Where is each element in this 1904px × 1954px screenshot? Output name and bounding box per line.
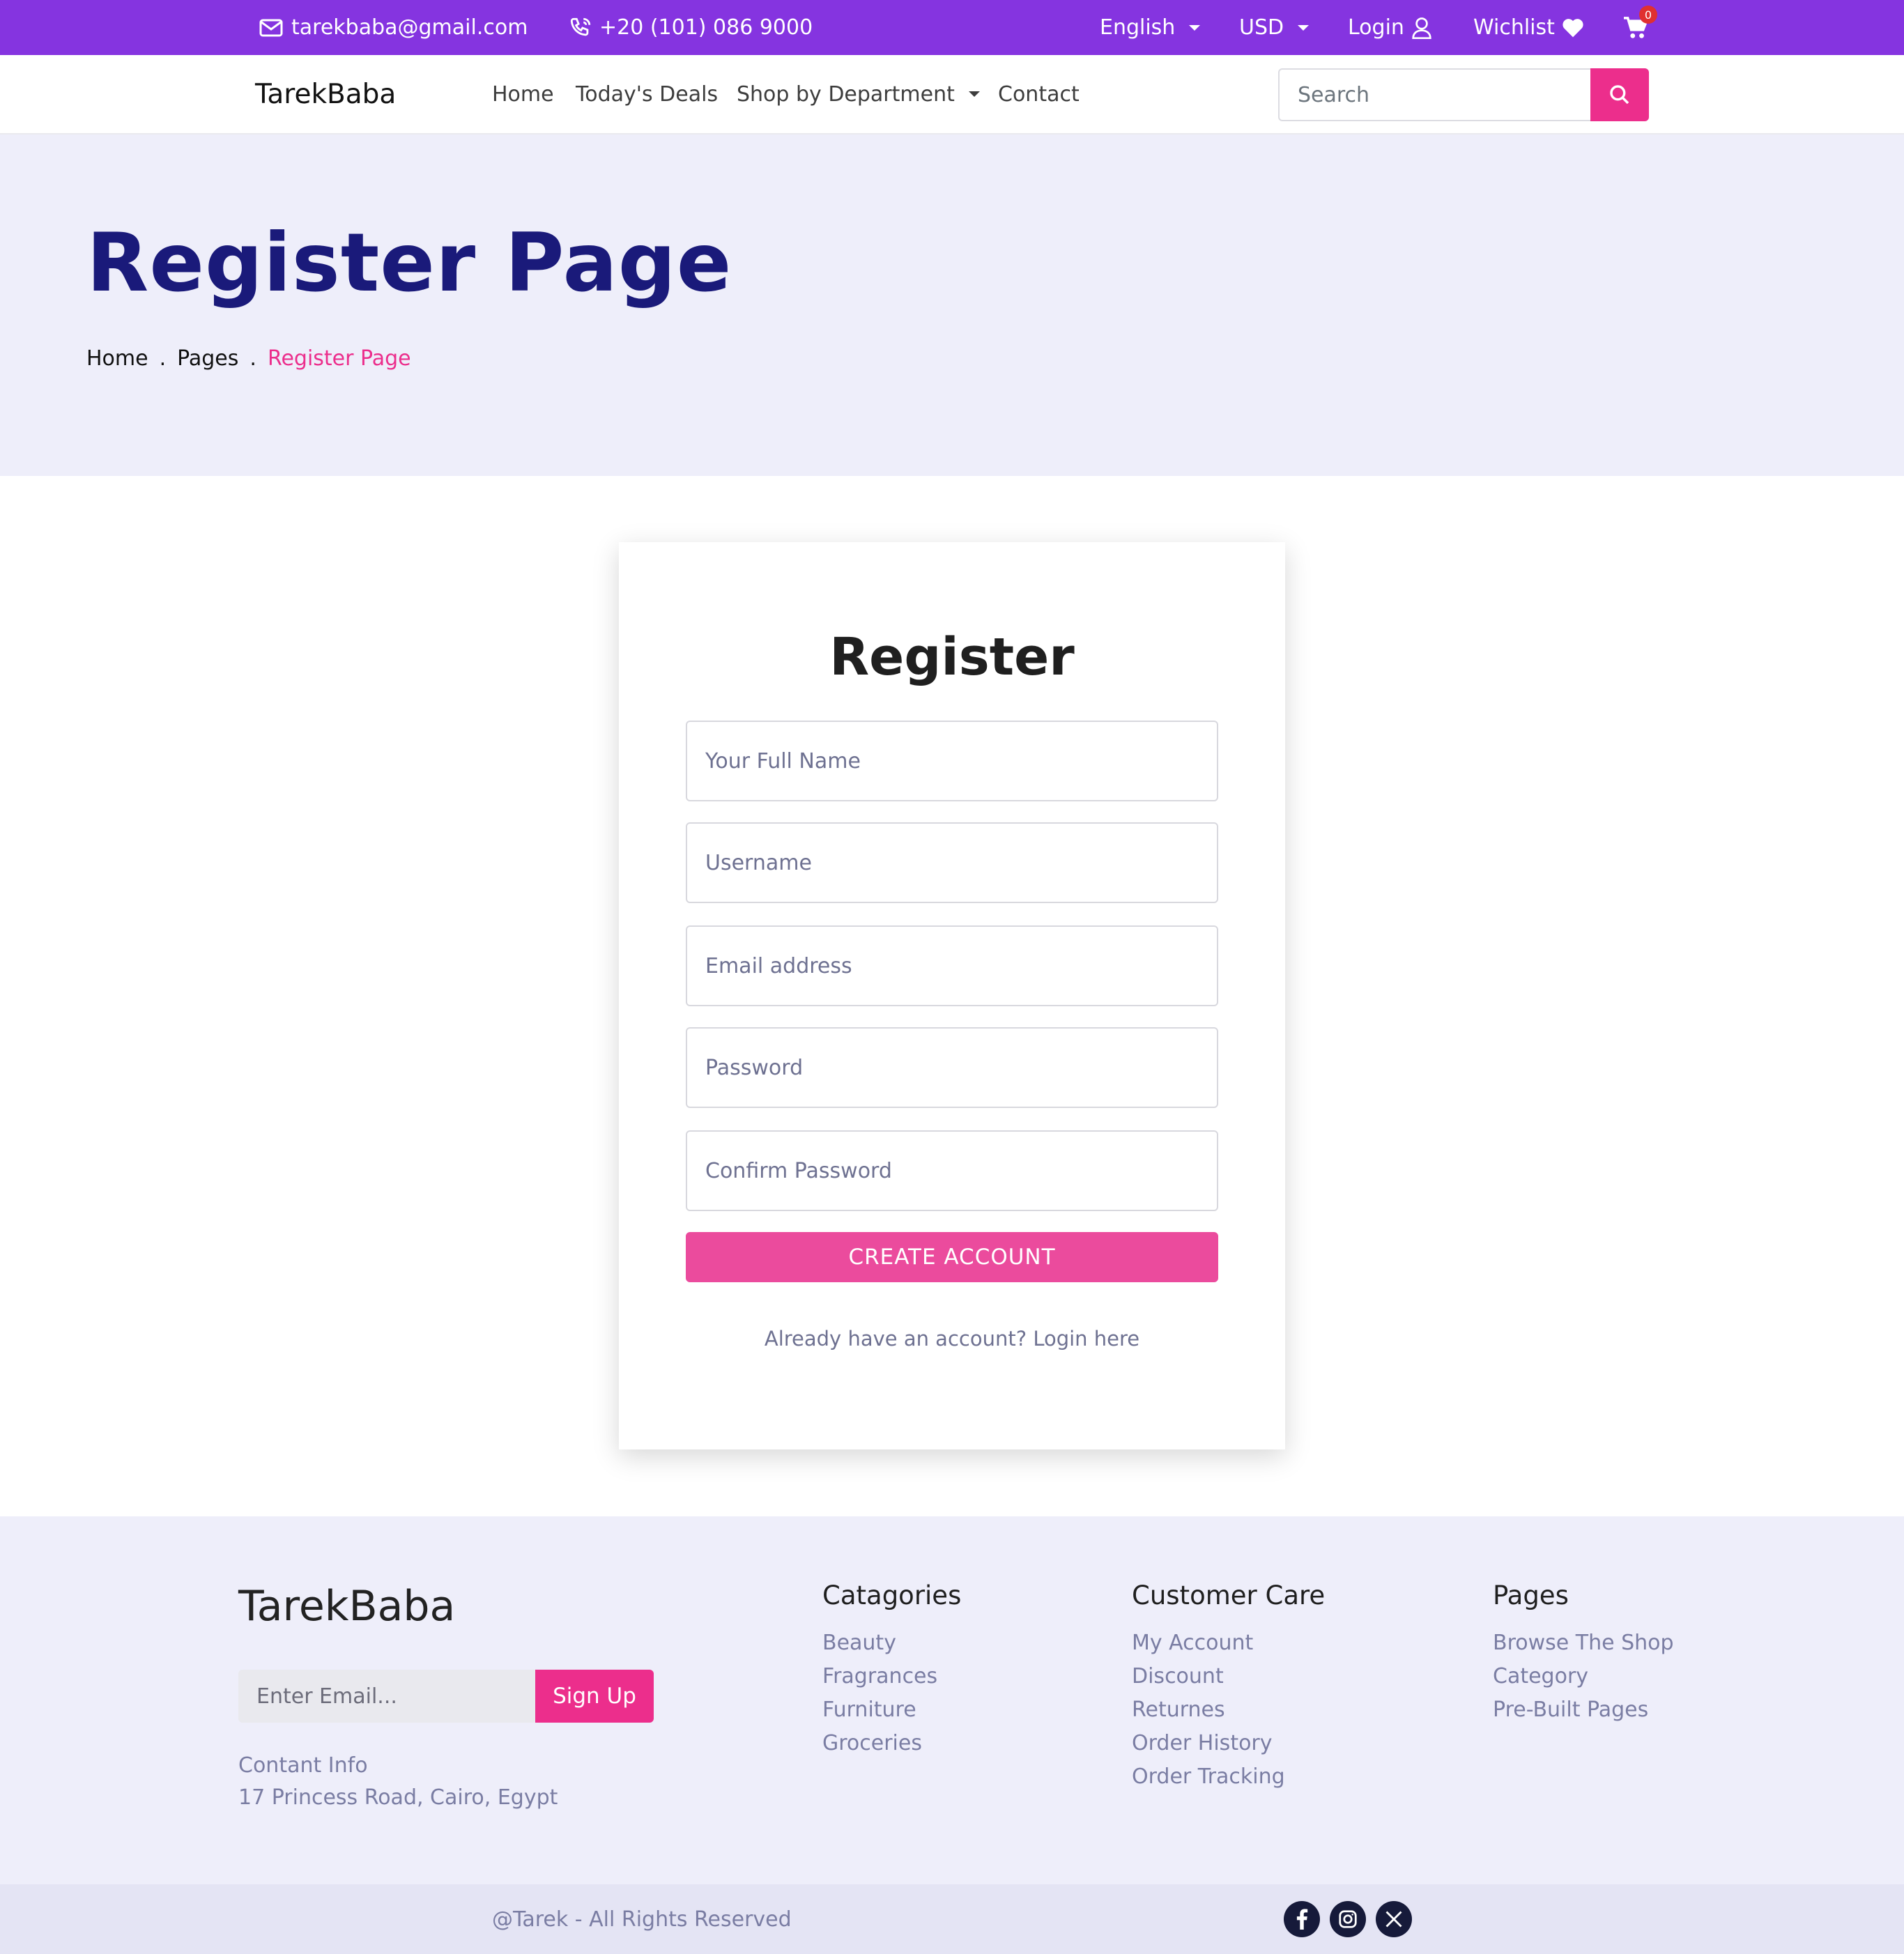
categories-heading: Catagories: [822, 1580, 962, 1610]
copyright-bar: [0, 1884, 1904, 1954]
copyright-text: @Tarek - All Rights Reserved: [492, 1907, 792, 1932]
full-name-field[interactable]: [686, 721, 1218, 801]
breadcrumb-separator: .: [159, 346, 167, 371]
confirm-password-field[interactable]: [686, 1130, 1218, 1211]
create-account-button[interactable]: CREATE ACCOUNT: [686, 1232, 1218, 1282]
nav-shop-by-department[interactable]: Shop by Department: [737, 55, 980, 133]
wishlist-link[interactable]: Wichlist: [1473, 0, 1584, 55]
register-title: Register: [829, 627, 1075, 687]
currency-label: USD: [1239, 15, 1284, 40]
contact-phone[interactable]: +20 (101) 086 9000: [569, 0, 813, 55]
footer-link[interactable]: Order Tracking: [1132, 1760, 1285, 1794]
nav-contact[interactable]: Contact: [998, 55, 1080, 133]
instagram-link[interactable]: [1330, 1901, 1366, 1937]
wishlist-label: Wichlist: [1473, 15, 1555, 40]
chevron-down-icon: [1298, 24, 1310, 31]
breadcrumb: Home . Pages . Register Page: [86, 346, 411, 371]
customer-care-list: My Account Discount Returnes Order Histo…: [1132, 1626, 1285, 1794]
login-here-link[interactable]: Already have an account? Login here: [619, 1327, 1285, 1351]
footer-link[interactable]: Discount: [1132, 1660, 1285, 1693]
contact-address: 17 Princess Road, Cairo, Egypt: [238, 1785, 558, 1810]
pages-heading: Pages: [1493, 1580, 1569, 1610]
search-input[interactable]: [1278, 68, 1590, 121]
footer-link[interactable]: Furniture: [822, 1693, 937, 1727]
facebook-link[interactable]: [1284, 1901, 1320, 1937]
footer-link[interactable]: Pre-Built Pages: [1493, 1693, 1674, 1727]
phone-text: +20 (101) 086 9000: [599, 15, 813, 40]
contact-email[interactable]: tarekbaba@gmail.com: [259, 0, 528, 55]
breadcrumb-home[interactable]: Home: [86, 346, 148, 371]
brand-logo[interactable]: TarekBaba: [255, 55, 396, 133]
nav-shop-label: Shop by Department: [737, 82, 955, 107]
contact-info-label: Contant Info: [238, 1753, 368, 1778]
email-field[interactable]: [686, 925, 1218, 1006]
customer-care-heading: Customer Care: [1132, 1580, 1326, 1610]
categories-list: Beauty Fragrances Furniture Groceries: [822, 1626, 937, 1760]
footer-link[interactable]: Groceries: [822, 1727, 937, 1760]
top-bar: tarekbaba@gmail.com +20 (101) 086 9000 E…: [0, 0, 1904, 55]
footer-brand: TarekBaba: [238, 1582, 456, 1631]
login-label: Login: [1348, 15, 1404, 40]
login-link[interactable]: Login: [1348, 0, 1432, 55]
chevron-down-icon: [968, 91, 980, 97]
heart-icon: [1563, 18, 1583, 37]
email-text: tarekbaba@gmail.com: [291, 15, 528, 40]
newsletter-email-input[interactable]: [238, 1670, 535, 1723]
footer-link[interactable]: Returnes: [1132, 1693, 1285, 1727]
username-field[interactable]: [686, 822, 1218, 903]
currency-dropdown[interactable]: USD: [1239, 0, 1310, 55]
password-field[interactable]: [686, 1027, 1218, 1108]
footer-link[interactable]: Category: [1493, 1660, 1674, 1693]
breadcrumb-separator: .: [249, 346, 256, 371]
x-link[interactable]: [1376, 1901, 1412, 1937]
language-label: English: [1100, 15, 1176, 40]
footer-link[interactable]: Browse The Shop: [1493, 1626, 1674, 1660]
footer-link[interactable]: Fragrances: [822, 1660, 937, 1693]
cart-count-badge: 0: [1639, 6, 1657, 24]
envelope-icon: [259, 19, 283, 36]
language-dropdown[interactable]: English: [1100, 0, 1201, 55]
footer-link[interactable]: Beauty: [822, 1626, 937, 1660]
chevron-down-icon: [1189, 24, 1201, 31]
facebook-icon: [1296, 1909, 1308, 1930]
breadcrumb-pages[interactable]: Pages: [177, 346, 238, 371]
phone-icon: [570, 17, 591, 36]
nav-home[interactable]: Home: [492, 55, 554, 133]
footer-link[interactable]: My Account: [1132, 1626, 1285, 1660]
instagram-icon: [1339, 1910, 1357, 1928]
pages-list: Browse The Shop Category Pre-Built Pages: [1493, 1626, 1674, 1727]
nav-todays-deals[interactable]: Today's Deals: [576, 55, 718, 133]
x-icon: [1385, 1911, 1402, 1928]
breadcrumb-current: Register Page: [267, 346, 411, 371]
page-title: Register Page: [86, 216, 732, 310]
search-icon: [1610, 85, 1629, 105]
sign-up-button[interactable]: Sign Up: [535, 1670, 654, 1723]
user-icon: [1412, 17, 1431, 39]
footer-link[interactable]: Order History: [1132, 1727, 1285, 1760]
search-button[interactable]: [1590, 68, 1649, 121]
